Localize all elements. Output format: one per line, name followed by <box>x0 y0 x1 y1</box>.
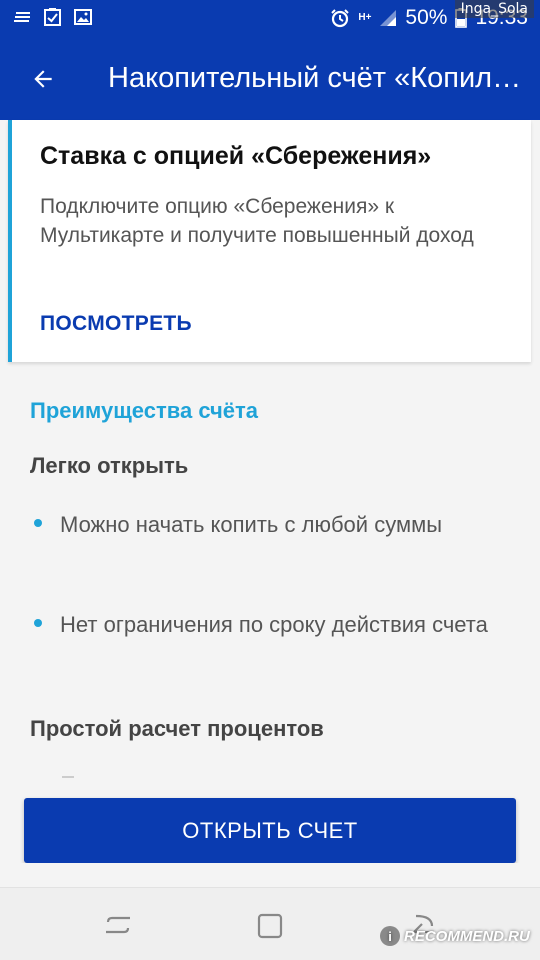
open-account-button[interactable]: ОТКРЫТЬ СЧЕТ <box>24 798 516 863</box>
bullet-dot-icon <box>34 619 42 627</box>
alarm-icon <box>331 9 350 28</box>
site-watermark: i RECOMMEND.RU <box>380 926 530 946</box>
recent-apps-icon[interactable] <box>104 912 132 938</box>
list-item: Можно начать копить с любой суммы <box>30 503 510 591</box>
network-type: H+ <box>358 12 372 23</box>
back-arrow-icon[interactable] <box>30 66 56 92</box>
user-watermark: Inga_Sola <box>454 0 534 18</box>
app-bar: Накопительный счёт «Копилка» <box>0 40 540 120</box>
site-watermark-text: RECOMMEND.RU <box>404 927 530 945</box>
battery-percent: 50% <box>405 6 448 29</box>
home-icon[interactable] <box>256 912 284 940</box>
status-bar: H+ 50% 19:33 Inga_Sola <box>0 0 540 40</box>
promo-card: Ставка с опцией «Сбережения» Подключите … <box>8 120 531 362</box>
advantages-title: Преимущества счёта <box>30 398 259 423</box>
faded-bullet <box>62 776 74 778</box>
recommend-logo-icon: i <box>380 926 400 946</box>
simple-calc-heading: Простой расчет процентов <box>30 716 324 741</box>
system-nav-bar <box>0 887 540 960</box>
list-item-text: Можно начать копить с любой суммы <box>60 512 443 537</box>
bullet-dot-icon <box>34 519 42 527</box>
signal-icon <box>380 10 397 26</box>
notification-icons <box>14 8 92 26</box>
list-item: Нет ограничения по сроку действия счета <box>30 603 510 691</box>
promo-description: Подключите опцию «Сбережения» к Мультика… <box>40 195 474 247</box>
list-item-text: Нет ограничения по сроку действия счета <box>60 612 488 637</box>
page-title: Накопительный счёт «Копилка» <box>108 62 533 94</box>
easy-open-heading: Легко открыть <box>30 453 189 478</box>
view-link[interactable]: ПОСМОТРЕТЬ <box>40 312 192 336</box>
checkbox-icon <box>44 8 61 26</box>
notification-stack-icon <box>14 12 30 22</box>
image-icon <box>74 9 92 25</box>
promo-title: Ставка с опцией «Сбережения» <box>40 142 432 170</box>
bottom-spacer <box>0 863 540 887</box>
